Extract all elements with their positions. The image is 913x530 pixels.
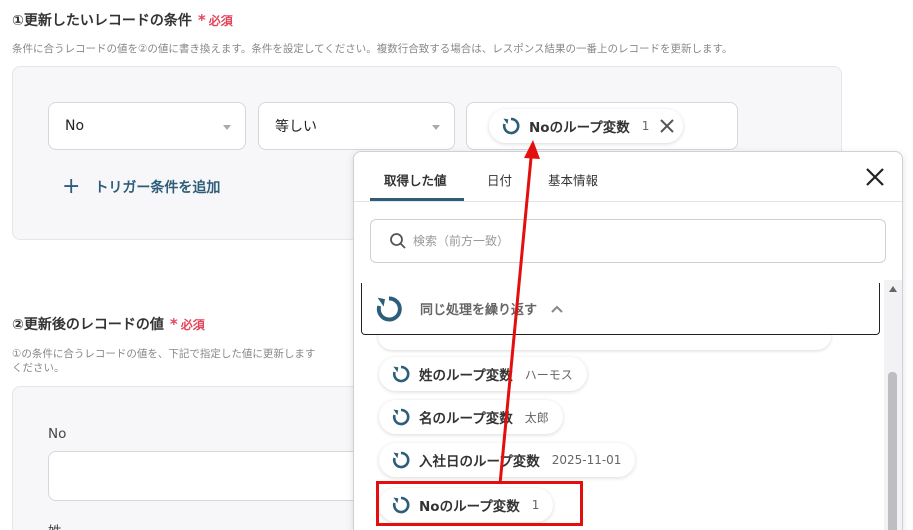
list-item-label: 姓のループ変数 [419, 368, 513, 384]
list-item-value: 2025-11-01 [551, 453, 622, 467]
operator-select[interactable]: 等しい [258, 102, 455, 150]
active-tab-indicator [370, 198, 464, 201]
loop-group-label: 同じ処理を繰り返す [420, 303, 538, 318]
list-item[interactable]: 名のループ変数 太郎 [379, 400, 563, 434]
chevron-down-icon [223, 125, 231, 130]
plus-icon: + [62, 174, 81, 199]
list-item-value: 太郎 [524, 410, 549, 425]
loop-icon [392, 365, 410, 383]
list-item-label: 名のループ変数 [419, 411, 513, 427]
required-label: 必須 [180, 318, 205, 332]
add-trigger-link[interactable]: + トリガー条件を追加 [62, 176, 220, 198]
tab-acquired-values[interactable]: 取得した値 [384, 170, 447, 189]
field-select-value: No [65, 118, 85, 134]
chevron-down-icon [432, 125, 440, 130]
field-label-sei: 姓 [48, 520, 62, 530]
loop-icon [392, 451, 410, 469]
list-item[interactable]: 姓のループ変数 ハーモス [379, 357, 587, 391]
loop-icon [376, 296, 402, 321]
scrollbar-thumb[interactable] [888, 372, 897, 530]
panel-scrollbar[interactable] [884, 280, 902, 530]
section2-description: ①の条件に合うレコードの値を、下記で指定した値に更新します ください。 [12, 347, 357, 375]
no-value-input[interactable] [48, 451, 388, 501]
search-box[interactable] [370, 219, 886, 263]
section2-title-text: ②更新後のレコードの値 [12, 317, 164, 333]
section1-title-text: ①更新したいレコードの条件 [12, 13, 192, 29]
section2-description-line1: ①の条件に合うレコードの値を、下記で指定した値に更新します [12, 348, 316, 360]
highlight-box [376, 481, 583, 526]
search-icon [390, 233, 406, 249]
tab-date[interactable]: 日付 [487, 170, 512, 189]
close-icon[interactable] [864, 166, 886, 188]
add-trigger-label: トリガー条件を追加 [94, 180, 221, 196]
panel-tabs: 取得した値 日付 基本情報 [354, 152, 902, 202]
required-badge: * 必須 [197, 11, 233, 29]
loop-icon [502, 117, 520, 135]
loop-icon [392, 408, 410, 426]
section1-description: 条件に合うレコードの値を②の値に書き換えます。条件を設定してください。複数行合致… [12, 43, 733, 55]
operator-select-value: 等しい [275, 119, 317, 135]
tab-basic-info[interactable]: 基本情報 [548, 170, 598, 189]
section1-title: ①更新したいレコードの条件 * 必須 [12, 10, 233, 30]
list-item-value: ハーモス [524, 367, 573, 382]
value-chip[interactable]: Noのループ変数 1 [489, 109, 684, 143]
close-icon[interactable] [659, 118, 675, 134]
loop-group-header[interactable]: 同じ処理を繰り返す [361, 283, 880, 335]
value-chip-value: 1 [641, 119, 650, 133]
chevron-up-icon[interactable] [551, 305, 563, 313]
scroll-up-arrow-icon[interactable] [889, 286, 897, 292]
value-picker-panel: 取得した値 日付 基本情報 同じ処理を繰り返す 姓のループ変数 ハーモス 名のル… [353, 151, 903, 530]
required-badge: * 必須 [169, 315, 205, 333]
field-label-no: No [48, 426, 67, 442]
field-select[interactable]: No [48, 102, 246, 150]
required-label: 必須 [208, 14, 233, 28]
value-chip-label: Noのループ変数 [529, 120, 630, 136]
list-item[interactable]: 入社日のループ変数 2025-11-01 [379, 443, 636, 477]
search-input[interactable] [413, 234, 813, 248]
list-item-label: 入社日のループ変数 [419, 454, 540, 470]
section2-description-line2: ください。 [12, 362, 65, 374]
section2-title: ②更新後のレコードの値 * 必須 [12, 314, 205, 334]
